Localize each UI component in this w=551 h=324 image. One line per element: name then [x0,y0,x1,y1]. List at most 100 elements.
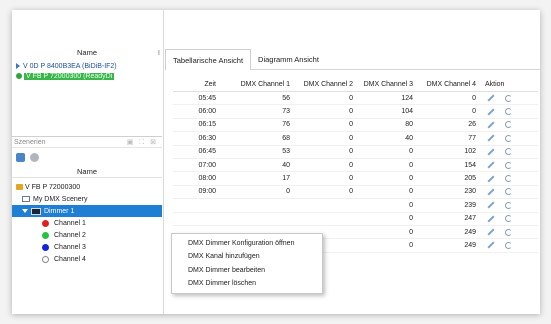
table-row[interactable]: 09:00 0 0 0 230 [173,186,538,200]
edit-pencil-icon[interactable] [487,188,495,196]
table-cell: 0 [409,161,413,169]
menu-item-delete-dimmer[interactable]: DMX Dimmer löschen [172,277,322,290]
refresh-icon[interactable] [505,108,512,116]
edit-pencil-icon[interactable] [487,228,495,236]
device-row-selected[interactable]: V FB P 72000300 (ReadyDi [16,71,162,81]
tab-table-view[interactable]: Tabellarische Ansicht [165,49,252,70]
dimmer-icon [31,207,41,215]
table-cell: 0 [349,94,353,102]
edit-pencil-icon[interactable] [487,134,495,142]
edit-pencil-icon[interactable] [487,108,495,116]
row-actions [479,121,524,129]
table-row[interactable]: 06:00 73 0 104 0 [173,105,538,119]
edit-pencil-icon[interactable] [487,241,495,250]
channel-color-red-icon [42,219,49,227]
table-row[interactable]: 06:15 76 0 80 26 [173,119,538,133]
tree-item-channel[interactable]: Channel 3 [12,241,162,253]
device-label: V FB P 72000300 (ReadyDi [24,72,115,80]
panel-window-controls-icon[interactable]: ▣ ⛶ ⊠ [127,138,158,147]
refresh-icon[interactable] [505,241,512,249]
table-cell: 0 [349,108,353,116]
refresh-icon[interactable] [505,134,512,142]
tree-item-scenery[interactable]: My DMX Scenery [12,193,162,205]
row-actions [479,228,524,236]
menu-item-open-config[interactable]: DMX Dimmer Konfiguration öffnen [172,237,322,250]
scenes-panel-header: Szenerien ▣ ⛶ ⊠ [12,136,162,148]
menu-item-edit-dimmer[interactable]: DMX Dimmer bearbeiten [172,264,322,277]
column-header-extra: I [157,48,160,57]
refresh-icon[interactable] [505,188,512,196]
edit-pencil-icon[interactable] [487,215,495,223]
refresh-icon[interactable] [505,121,512,129]
table-cell: 249 [464,241,476,249]
column-header-channel-2[interactable]: DMX Channel 2 [293,81,356,88]
table-cell: 09:00 [198,188,216,196]
context-menu: DMX Dimmer Konfiguration öffnen DMX Kana… [171,233,323,295]
table-row[interactable]: 06:45 53 0 0 102 [173,146,538,159]
menu-item-add-channel[interactable]: DMX Kanal hinzufügen [172,250,322,263]
tree-item-label: Dimmer 1 [44,207,75,215]
collapse-arrow-icon[interactable] [22,209,28,213]
add-scene-icon[interactable] [16,152,25,162]
refresh-icon[interactable] [505,175,512,183]
row-actions [479,201,524,209]
table-cell: 239 [464,201,476,209]
scenes-tree: V FB P 72000300 My DMX Scenery Dimmer 1 … [12,181,162,265]
scenes-title: Szenerien [14,139,46,146]
column-header-channel-1[interactable]: DMX Channel 1 [219,81,293,88]
table-row[interactable]: 08:00 17 0 0 205 [173,172,538,186]
refresh-icon[interactable] [505,161,512,169]
refresh-icon[interactable] [505,94,512,102]
table-cell: 0 [349,161,353,169]
table-row[interactable]: 0 247 [173,213,538,226]
tree-item-label: V FB P 72000300 [25,183,81,191]
table-cell: 77 [468,134,476,142]
edit-pencil-icon[interactable] [487,121,495,129]
column-header-time[interactable]: Zeit [173,81,219,88]
table-cell: 0 [472,94,476,102]
tree-item-device[interactable]: V FB P 72000300 [12,181,162,193]
edit-pencil-icon[interactable] [487,148,495,156]
device-list-header[interactable]: Name I [12,48,162,60]
tab-diagram-view[interactable]: Diagramm Ansicht [251,49,326,69]
refresh-icon[interactable] [505,148,512,156]
column-header-name: Name [76,48,97,57]
table-cell: 0 [409,215,413,223]
app-window: Name I V 0D P 8400B3EA (BiDiB-IF2) V FB … [12,10,540,314]
row-actions [479,188,524,196]
table-row[interactable]: 0 239 [173,199,538,213]
edit-pencil-icon[interactable] [487,161,495,169]
tree-item-dimmer[interactable]: Dimmer 1 [12,205,162,217]
column-header-channel-4[interactable]: DMX Channel 4 [416,81,479,88]
edit-pencil-icon[interactable] [487,94,495,102]
tree-item-channel[interactable]: Channel 4 [12,253,162,265]
expand-arrow-icon[interactable] [16,63,20,69]
device-row[interactable]: V 0D P 8400B3EA (BiDiB-IF2) [16,61,162,71]
table-cell: 05:45 [198,94,216,102]
column-header-action[interactable]: Aktion [479,81,524,88]
table-cell: 06:15 [198,121,216,129]
table-cell: 26 [468,121,476,129]
table-row[interactable]: 05:45 56 0 124 0 [173,92,538,106]
refresh-icon[interactable] [505,228,512,236]
column-header-channel-3[interactable]: DMX Channel 3 [356,81,416,88]
refresh-icon[interactable] [505,215,512,223]
refresh-icon[interactable] [505,201,512,209]
edit-pencil-icon[interactable] [487,201,495,209]
table-cell: 0 [409,175,413,183]
table-cell: 68 [282,134,290,142]
tree-item-channel[interactable]: Channel 1 [12,217,162,229]
table-row[interactable]: 06:30 68 0 40 77 [173,132,538,146]
tree-item-channel[interactable]: Channel 2 [12,229,162,241]
table-cell: 249 [464,228,476,236]
scenes-name-header[interactable]: Name [12,167,162,178]
table-cell: 76 [282,121,290,129]
settings-icon[interactable] [30,152,39,162]
dmx-table: Zeit DMX Channel 1 DMX Channel 2 DMX Cha… [173,78,538,253]
table-row[interactable]: 07:00 40 0 0 154 [173,159,538,173]
table-cell: 0 [349,188,353,196]
table-cell: 0 [409,241,413,249]
edit-pencil-icon[interactable] [487,174,495,183]
table-cell: 0 [409,201,413,209]
table-cell: 205 [464,175,476,183]
